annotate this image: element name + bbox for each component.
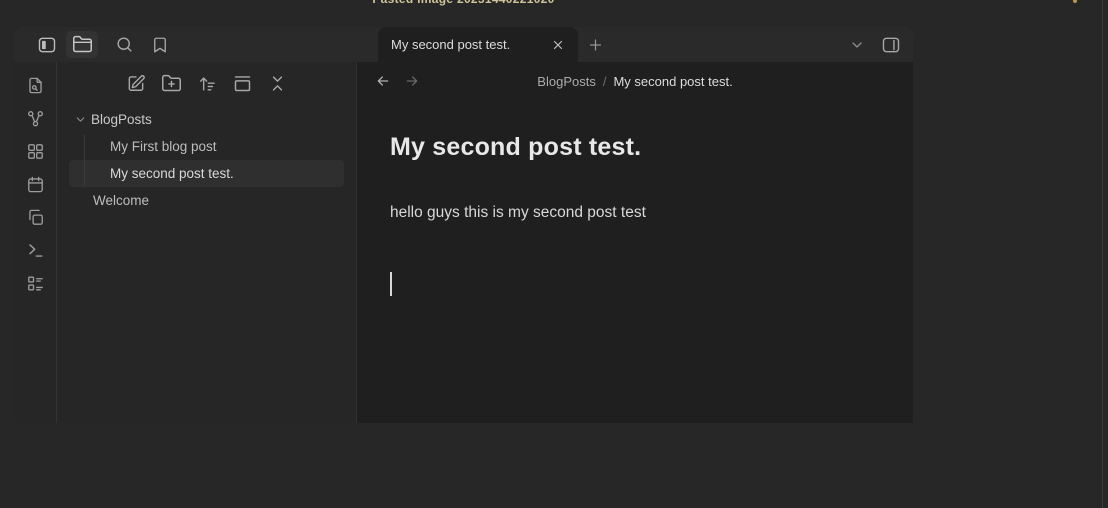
files-tab-button[interactable] <box>66 31 98 58</box>
panel-right-icon <box>881 35 901 55</box>
chevron-down-icon <box>74 113 87 126</box>
breadcrumb-current[interactable]: My second post test. <box>613 74 732 89</box>
new-note-button[interactable] <box>126 73 146 94</box>
sort-order-button[interactable] <box>197 73 217 94</box>
file-label: My First blog post <box>110 139 217 154</box>
copy-icon[interactable] <box>26 208 45 227</box>
breadcrumb-parent[interactable]: BlogPosts <box>537 74 596 89</box>
panel-left-icon <box>37 35 57 55</box>
collapse-all-icon <box>268 74 287 93</box>
left-ribbon <box>14 62 57 423</box>
clipped-window-title: Pasted image 20251440221020 <box>14 0 913 6</box>
tree-file-second-post-selected[interactable]: My second post test. <box>69 160 344 187</box>
graph-view-icon[interactable] <box>26 109 45 128</box>
left-sidebar-toggle-button[interactable] <box>32 31 62 58</box>
text-cursor <box>390 272 392 296</box>
plus-icon <box>587 36 604 53</box>
note-paragraph: hello guys this is my second post test <box>390 204 880 222</box>
tree-folder-blogposts[interactable]: BlogPosts <box>57 106 356 133</box>
panel-layout-button[interactable] <box>232 73 253 94</box>
screenshot-canvas: Pasted image 20251440221020 <box>0 0 1108 508</box>
tab-title: My second post test. <box>391 37 510 52</box>
active-tab[interactable]: My second post test. <box>378 27 578 62</box>
chevron-down-icon <box>849 37 865 53</box>
search-tab-button[interactable] <box>110 31 138 58</box>
bookmark-icon <box>151 36 169 54</box>
right-edge-divider <box>1102 0 1103 508</box>
editor-pane: BlogPosts / My second post test. My seco… <box>357 62 913 423</box>
close-icon <box>551 38 565 52</box>
right-sidebar-toggle-button[interactable] <box>881 35 901 55</box>
indent-guide <box>84 135 85 187</box>
new-note-icon <box>126 74 146 94</box>
collapse-all-button[interactable] <box>268 73 287 94</box>
new-tab-button[interactable] <box>587 36 604 53</box>
layout-grid-icon[interactable] <box>26 142 45 161</box>
cut-off-accent-dot <box>1073 0 1077 3</box>
file-explorer-panel: BlogPosts My First blog post My second p… <box>57 62 357 423</box>
folder-label: BlogPosts <box>91 112 152 127</box>
pasted-image-title: Pasted image 20251440221020 <box>14 0 913 6</box>
note-content[interactable]: My second post test. hello guys this is … <box>357 100 913 296</box>
new-folder-icon <box>161 73 182 94</box>
breadcrumb: BlogPosts / My second post test. <box>357 62 913 100</box>
tab-list-button[interactable] <box>849 37 865 53</box>
breadcrumb-separator: / <box>603 74 607 89</box>
calendar-icon[interactable] <box>26 175 45 194</box>
obsidian-window: My second post test. <box>14 27 913 423</box>
editor-header: BlogPosts / My second post test. <box>357 62 913 100</box>
tree-file-welcome[interactable]: Welcome <box>57 187 356 214</box>
file-search-icon[interactable] <box>26 76 45 95</box>
tab-close-button[interactable] <box>551 38 565 52</box>
tree-file-first-post[interactable]: My First blog post <box>57 133 356 160</box>
explorer-toolbar <box>57 73 356 94</box>
folder-icon <box>72 34 93 55</box>
file-tree: BlogPosts My First blog post My second p… <box>57 106 356 214</box>
file-label: Welcome <box>93 193 149 208</box>
terminal-icon[interactable] <box>26 241 45 260</box>
panel-top-line-icon <box>232 73 253 94</box>
bookmarks-tab-button[interactable] <box>147 31 173 58</box>
layout-list-icon[interactable] <box>26 274 45 293</box>
sort-ascending-icon <box>197 74 217 94</box>
note-heading: My second post test. <box>390 133 880 162</box>
file-label: My second post test. <box>110 166 234 181</box>
tab-bar: My second post test. <box>14 27 913 62</box>
search-icon <box>115 35 134 54</box>
new-folder-button[interactable] <box>161 73 182 94</box>
